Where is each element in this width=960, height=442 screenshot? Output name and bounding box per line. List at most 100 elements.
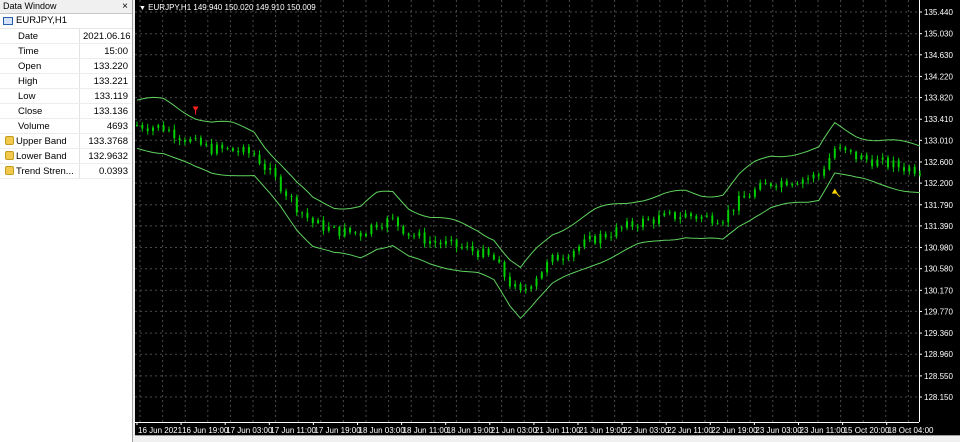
candle-body [626,221,628,228]
candle-body [897,160,900,168]
candle-body [620,227,623,229]
candle-body [695,216,698,219]
data-row-label: Time [0,43,80,59]
time-label: 21 Jun 03:00 [491,426,538,435]
time-label: 18 Oct 04:00 [888,426,934,435]
candle-body [908,167,911,172]
candle-body [157,125,160,128]
data-row-label: High [0,73,80,89]
candle-body [205,143,208,145]
price-label: 134.220 [924,72,953,81]
price-label: 135.440 [924,8,953,17]
time-label: 21 Jun 11:00 [535,426,581,435]
candle-body [871,159,874,167]
chart-window-icon [3,17,13,25]
candle-body [237,150,240,153]
candle-body [434,241,437,243]
chart-header-text: EURJPY,H1 149.940 150.020 149.910 150.00… [148,3,316,12]
candle-body [173,129,176,139]
indicator-icon [5,150,14,160]
candle-body [269,168,272,170]
candle-body [407,233,410,236]
candle-body [759,183,762,190]
indicator-row-label: Trend Stren... [0,163,80,179]
candle-body [141,125,144,129]
candle-body [168,129,170,131]
candle-body [833,148,836,158]
candle-body [327,226,330,231]
candle-body [556,255,559,261]
candle-body [487,248,490,255]
candle-body [743,195,746,198]
price-chart[interactable]: 135.440 135.030 134.630 134.220 133.820 133.4… [135,0,960,442]
candle-body [450,239,453,241]
candle-body [705,215,708,217]
price-label: 133.010 [924,136,953,145]
time-label: 22 Jun 19:00 [711,426,758,435]
candle-body [210,143,213,154]
price-label: 128.550 [924,372,953,381]
candle-body [855,151,858,160]
chart-tabs-strip [135,435,960,442]
chart-menu-triangle-icon[interactable]: ▼ [139,5,146,12]
candle-body [785,181,788,186]
candle-body [354,232,357,234]
candle-body [279,176,282,192]
chart-canvas[interactable]: 135.440 135.030 134.630 134.220 133.820 133.4… [135,0,960,442]
candle-body [876,159,879,167]
chart-header: ▼ EURJPY,H1 149.940 150.020 149.910 150.… [139,3,316,12]
candle-body [429,241,431,244]
buy-arrow-icon [831,188,838,194]
candle-body [775,186,778,188]
candle-body [381,227,383,229]
candle-body [524,288,527,291]
candle-body [492,255,495,260]
candle-body [631,221,634,227]
data-row-label: Low [0,88,80,104]
indicator-row: Trend Stren... 0.0393 [0,163,131,179]
indicator-label: Lower Band [16,150,67,162]
candle-body [503,262,506,277]
time-label: 23 Jun 11:00 [800,426,846,435]
candle-body [391,217,394,219]
data-window: Data Window × EURJPY,H1 Date 2021.06.16 Ti… [0,0,133,442]
candle-body [365,234,367,237]
candle-body [610,236,613,238]
data-row-value: 133.220 [79,58,131,74]
candle-body [796,183,799,185]
candle-body [322,220,325,231]
candle-body [594,236,597,244]
candle-body [146,128,149,131]
candle-body [604,234,607,238]
candle-body [860,155,863,160]
indicator-row: Upper Band 133.3768 [0,133,131,149]
candle-body [375,224,378,228]
candle-body [753,189,756,197]
indicator-label: Trend Stren... [16,165,74,177]
candle-body [721,222,724,224]
price-label: 135.030 [924,30,953,39]
candle-body [562,258,565,261]
candle-body [668,212,671,214]
data-row: High 133.221 [0,73,131,89]
close-icon[interactable]: × [120,0,130,13]
time-label: 16 Jun 19:00 [182,426,229,435]
candle-body [567,257,570,259]
data-window-table: Date 2021.06.16 Time 15:00 Open 133.220 High 13… [0,29,131,179]
candle-body [812,174,815,179]
indicator-row: Lower Band 132.9632 [0,148,131,164]
candle-body [466,246,469,248]
candle-body [865,155,868,160]
candle-body [290,196,293,198]
candle-body [684,213,687,218]
candle-body [317,220,320,224]
time-label: 22 Jun 03:00 [623,426,670,435]
candle-body [636,226,639,228]
candle-body [194,137,197,139]
candle-body [471,246,474,252]
candle-body [359,232,362,237]
price-label: 132.600 [924,158,953,167]
data-row-value: 133.221 [79,73,131,89]
candle-body [258,154,261,164]
candle-body [588,236,591,240]
